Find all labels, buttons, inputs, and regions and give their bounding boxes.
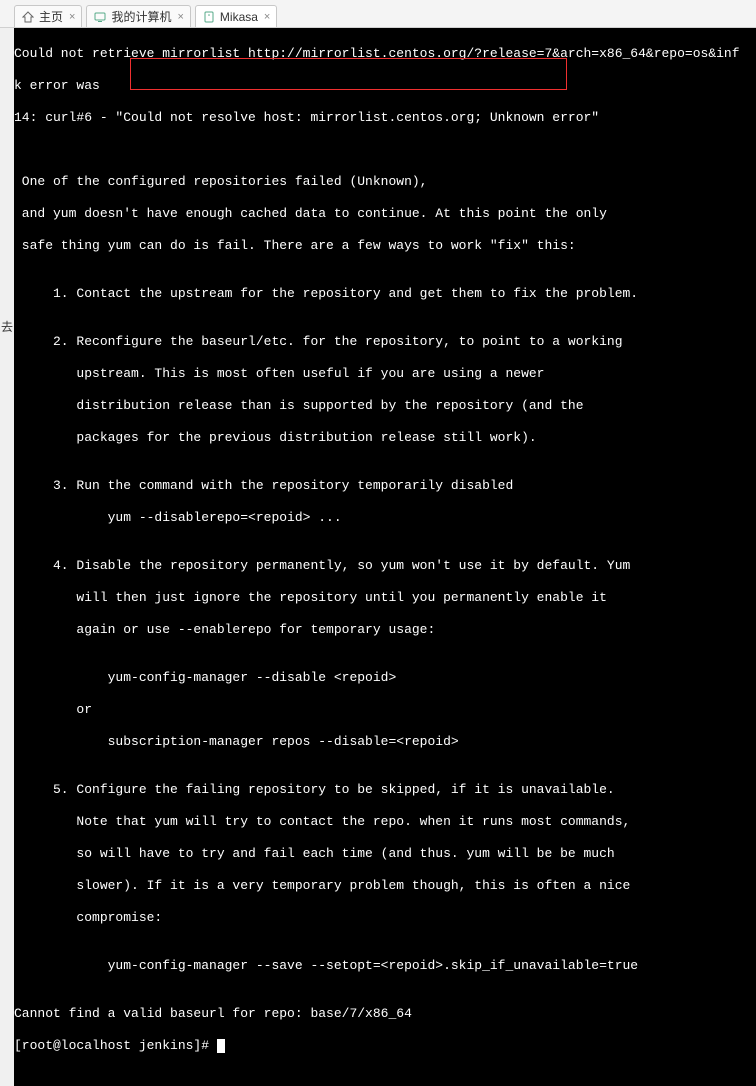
terminal-line: and yum doesn't have enough cached data … xyxy=(14,206,756,222)
terminal-line: subscription-manager repos --disable=<re… xyxy=(14,734,756,750)
terminal-line: yum-config-manager --disable <repoid> xyxy=(14,670,756,686)
terminal-line: will then just ignore the repository unt… xyxy=(14,590,756,606)
terminal-prompt[interactable]: [root@localhost jenkins]# xyxy=(14,1038,756,1054)
tab-label: 我的计算机 xyxy=(111,8,171,25)
terminal-line: 1. Contact the upstream for the reposito… xyxy=(14,286,756,302)
tab-my-computer[interactable]: 我的计算机 × xyxy=(86,5,190,27)
terminal-line: Note that yum will try to contact the re… xyxy=(14,814,756,830)
terminal-line: upstream. This is most often useful if y… xyxy=(14,366,756,382)
close-icon[interactable]: × xyxy=(69,11,75,23)
terminal-line: again or use --enablerepo for temporary … xyxy=(14,622,756,638)
terminal-line: safe thing yum can do is fail. There are… xyxy=(14,238,756,254)
tab-label: 主页 xyxy=(39,8,63,25)
left-gutter: 去 xyxy=(0,28,14,627)
home-icon xyxy=(21,10,35,24)
terminal-line: 14: curl#6 - "Could not resolve host: mi… xyxy=(14,110,756,126)
terminal-line: Could not retrieve mirrorlist http://mir… xyxy=(14,46,756,62)
terminal-line: k error was xyxy=(14,78,756,94)
terminal-line: 3. Run the command with the repository t… xyxy=(14,478,756,494)
terminal-line: 4. Disable the repository permanently, s… xyxy=(14,558,756,574)
tab-mikasa[interactable]: Mikasa × xyxy=(195,5,277,27)
terminal-line: yum --disablerepo=<repoid> ... xyxy=(14,510,756,526)
tab-label: Mikasa xyxy=(220,10,258,24)
terminal-line: packages for the previous distribution r… xyxy=(14,430,756,446)
terminal-output[interactable]: Could not retrieve mirrorlist http://mir… xyxy=(14,28,756,1086)
tab-home[interactable]: 主页 × xyxy=(14,5,82,27)
close-icon[interactable]: × xyxy=(264,11,270,23)
terminal-line: or xyxy=(14,702,756,718)
terminal-line: One of the configured repositories faile… xyxy=(14,174,756,190)
terminal-line: Cannot find a valid baseurl for repo: ba… xyxy=(14,1006,756,1022)
close-icon[interactable]: × xyxy=(177,11,183,23)
cursor-icon xyxy=(217,1039,225,1053)
left-gutter-label: 去 xyxy=(0,318,14,335)
prompt-text: [root@localhost jenkins]# xyxy=(14,1038,209,1053)
terminal-line: yum-config-manager --save --setopt=<repo… xyxy=(14,958,756,974)
terminal-line: slower). If it is a very temporary probl… xyxy=(14,878,756,894)
terminal-line: compromise: xyxy=(14,910,756,926)
terminal-line: 5. Configure the failing repository to b… xyxy=(14,782,756,798)
tab-bar: 主页 × 我的计算机 × Mikasa × xyxy=(0,0,756,28)
terminal-line: distribution release than is supported b… xyxy=(14,398,756,414)
server-icon xyxy=(202,10,216,24)
computer-icon xyxy=(93,10,107,24)
terminal-line: so will have to try and fail each time (… xyxy=(14,846,756,862)
terminal-line: 2. Reconfigure the baseurl/etc. for the … xyxy=(14,334,756,350)
